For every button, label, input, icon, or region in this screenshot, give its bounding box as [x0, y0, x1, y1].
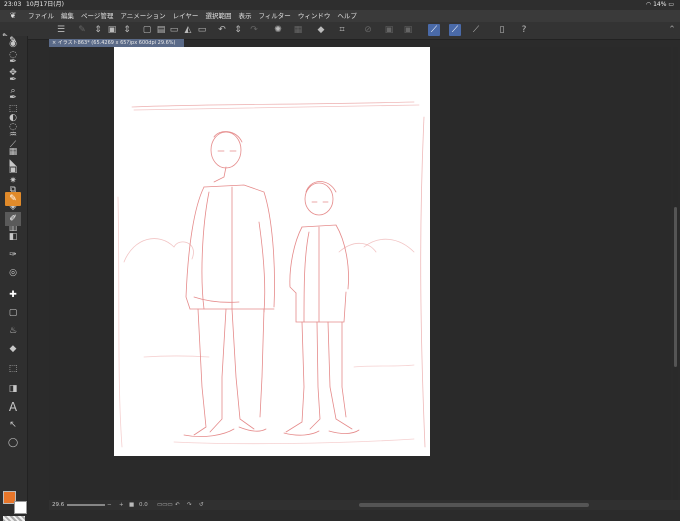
rotate-slider[interactable]: ▭▭▭	[157, 500, 173, 510]
status-bar: 23:03 10月17日(月) ◠ 14% ▭	[0, 0, 680, 10]
select-icon[interactable]: ⬚	[5, 102, 21, 116]
slash-icon[interactable]: ⊘	[362, 24, 374, 36]
help-icon[interactable]: ?	[518, 24, 530, 36]
square-icon[interactable]: ▢	[5, 306, 21, 320]
zoom-out-icon[interactable]: −	[107, 500, 112, 510]
menu-file[interactable]: ファイル	[28, 10, 54, 22]
pencil-icon[interactable]: ✐	[5, 212, 21, 226]
dotted-square-icon[interactable]: ⬚	[5, 362, 21, 376]
sub-color-swatch[interactable]	[14, 501, 27, 514]
adjust-icon[interactable]: ▣	[106, 24, 118, 36]
dropper-icon[interactable]: ✑	[5, 248, 21, 262]
app-logo-icon[interactable]: ❦	[8, 11, 18, 21]
menu-layer[interactable]: レイヤー	[173, 10, 199, 22]
pen-icon[interactable]: ✎	[5, 192, 21, 206]
menu-help[interactable]: ヘルプ	[337, 10, 357, 22]
menu-bar: ❦ ファイル 編集 ページ管理 アニメーション レイヤー 選択範囲 表示 フィル…	[0, 10, 680, 22]
pen-icon[interactable]: ⟋	[470, 24, 482, 36]
up-down-icon[interactable]: ⇕	[121, 24, 133, 36]
gradient-icon[interactable]: ◨	[5, 382, 21, 396]
menu-edit[interactable]: 編集	[61, 10, 74, 22]
undo-icon[interactable]: ↶	[216, 24, 228, 36]
text-icon[interactable]: A	[5, 400, 21, 414]
up-down-icon[interactable]: ⇕	[92, 24, 104, 36]
brush-icon[interactable]: ✎	[5, 34, 21, 48]
battery-percent: 14%	[653, 1, 667, 8]
battery-icon: ▭	[668, 1, 674, 8]
zoom-value[interactable]: 29.6	[52, 500, 64, 510]
bucket-icon[interactable]: ◆	[5, 342, 21, 356]
eyedropper-icon[interactable]: ⟋	[5, 138, 21, 152]
tablet-icon[interactable]: ▯	[496, 24, 508, 36]
command-bar: ☰ ✎ ⇕ ▣ ⇕ ▢ ▤ ▭ ◭ ▭ ↶ ⇕ ↷ ✺ ▦ ◆ ⌗ ⊘ ▣ ▣ …	[0, 22, 680, 40]
menu-animation[interactable]: アニメーション	[120, 10, 165, 22]
menu-icon[interactable]: ☰	[55, 24, 67, 36]
navigator-bar: 29.6 − + ■ 0.0 ▭▭▭ ↶ ↷ ↺	[49, 500, 680, 510]
rotate-icon[interactable]: ◌	[5, 120, 21, 134]
stamp-icon[interactable]: ◭	[182, 24, 194, 36]
move-icon[interactable]: ✥	[5, 66, 21, 80]
speech-icon[interactable]: ◯	[5, 436, 21, 450]
transparent-color-swatch[interactable]	[3, 516, 25, 521]
zoom-slider[interactable]	[67, 504, 105, 506]
rotate-left-icon[interactable]: ↶	[175, 500, 180, 510]
redo-icon[interactable]: ↷	[248, 24, 260, 36]
fill-icon[interactable]: ▤	[155, 24, 167, 36]
canvas-paper[interactable]	[114, 47, 430, 456]
status-date: 10月17日(月)	[26, 1, 64, 8]
pen-icon[interactable]: ⟋	[449, 24, 461, 36]
wifi-icon: ◠	[645, 1, 654, 8]
vertical-scrollbar[interactable]	[673, 47, 678, 500]
save-icon[interactable]: ▢	[141, 24, 153, 36]
up-down-icon[interactable]: ⇕	[232, 24, 244, 36]
angle-value[interactable]: 0.0	[139, 500, 148, 510]
sort-icon[interactable]: ▭	[196, 24, 208, 36]
pattern-icon[interactable]: ◎	[5, 266, 21, 280]
select-arrow-icon[interactable]: ↖	[5, 418, 21, 432]
reset-rotation-icon[interactable]: ↺	[199, 500, 204, 510]
layer-icon[interactable]: ▭	[168, 24, 180, 36]
sketch-drawing	[117, 101, 426, 448]
spinner-icon[interactable]: ✺	[272, 24, 284, 36]
menu-selection[interactable]: 選択範囲	[205, 10, 231, 22]
bucket-icon[interactable]: ◆	[315, 24, 327, 36]
pen-icon[interactable]: ⟋	[428, 24, 440, 36]
rotate-right-icon[interactable]: ↷	[187, 500, 192, 510]
eraser-icon[interactable]: ◧	[5, 230, 21, 244]
zoom-icon[interactable]: ⌕	[5, 84, 21, 98]
box-icon[interactable]: ▣	[402, 24, 414, 36]
new-file-icon[interactable]: ✎	[76, 24, 88, 36]
menu-window[interactable]: ウィンドウ	[298, 10, 331, 22]
scroll-thumb[interactable]	[674, 207, 677, 367]
horizontal-scrollbar[interactable]	[359, 503, 589, 507]
menu-page[interactable]: ページ管理	[81, 10, 113, 22]
clear-icon[interactable]: ▦	[292, 24, 304, 36]
lasso-icon[interactable]: ◌	[5, 48, 21, 62]
crop-icon[interactable]: ⌗	[336, 24, 348, 36]
status-time: 23:03	[4, 1, 22, 8]
collapse-icon[interactable]: ⌃	[666, 24, 678, 36]
document-tab[interactable]: × イラスト863* (65.4269 x 65?)px 600dpi 29.6…	[49, 39, 184, 47]
fit-icon[interactable]: ■	[129, 500, 134, 510]
box-icon[interactable]: ▣	[383, 24, 395, 36]
menu-items: ファイル 編集 ページ管理 アニメーション レイヤー 選択範囲 表示 フィルター…	[28, 10, 357, 22]
triangle-icon[interactable]: ◣	[5, 156, 21, 170]
menu-filter[interactable]: フィルター	[258, 10, 290, 22]
zoom-in-icon[interactable]: +	[119, 500, 124, 510]
sparkle-icon[interactable]: ✷	[5, 174, 21, 188]
battery-status: ◠ 14% ▭	[646, 0, 674, 10]
menu-view[interactable]: 表示	[238, 10, 251, 22]
drop-icon[interactable]: ♨	[5, 324, 21, 338]
plus-icon[interactable]: ✚	[5, 288, 21, 302]
